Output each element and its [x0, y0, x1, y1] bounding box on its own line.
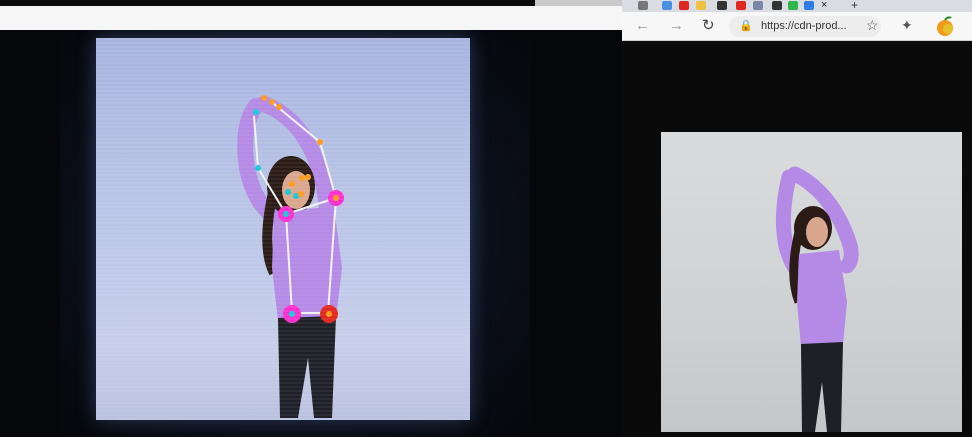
keypoint-right-shoulder [328, 190, 344, 206]
keypoint-left-shoulder [278, 206, 294, 222]
tab-favicon-8[interactable] [772, 1, 782, 10]
keypoint-face [289, 181, 295, 187]
tab-favicon-1[interactable] [638, 1, 648, 10]
tab-close-button[interactable]: × [821, 0, 827, 11]
reference-video[interactable] [661, 132, 962, 432]
arrow-left-icon[interactable]: ← [635, 18, 650, 34]
keypoint-left-hip [283, 305, 301, 323]
tab-favicon-3[interactable] [679, 1, 689, 10]
browser-window: × + ← → ↻ 🔒 https://cdn-prod... ☆ ✦ [622, 0, 972, 437]
url-text[interactable]: https://cdn-prod... [761, 20, 847, 32]
browser-toolbar: ← → ↻ 🔒 https://cdn-prod... ☆ ✦ [622, 12, 972, 41]
tab-strip: × + [622, 0, 972, 12]
keypoint-left-elbow [255, 165, 261, 171]
keypoint-right-elbow [317, 139, 323, 145]
puzzle-icon[interactable]: ✦ [901, 17, 913, 34]
tab-favicon-10[interactable] [804, 1, 814, 10]
lock-icon[interactable]: 🔒 [739, 19, 753, 32]
webcam-view [0, 30, 625, 437]
left-window-address-strip [0, 6, 625, 30]
pose-keypoints [253, 95, 344, 323]
pose-overlay-canvas [237, 95, 344, 418]
left-window-titlebar [0, 0, 625, 30]
captured-monitor-screen [96, 38, 470, 420]
tab-favicon-2[interactable] [662, 1, 672, 10]
tab-favicon-5[interactable] [717, 1, 727, 10]
keypoint-left-wrist [253, 109, 259, 115]
tab-favicon-9[interactable] [788, 1, 798, 10]
tab-favicon-4[interactable] [696, 1, 706, 10]
tab-favicon-7[interactable] [753, 1, 763, 10]
reference-person [775, 166, 859, 432]
fruit-avatar-icon[interactable] [934, 15, 956, 37]
new-tab-button[interactable]: + [851, 0, 858, 12]
star-add-icon[interactable]: ☆ [866, 17, 879, 34]
person-figure [237, 96, 342, 418]
arrow-right-icon[interactable]: → [669, 18, 684, 34]
tab-favicon-6[interactable] [736, 1, 746, 10]
pose-skeleton [253, 103, 337, 314]
left-window-edge [535, 0, 625, 6]
reload-icon[interactable]: ↻ [702, 18, 715, 34]
address-bar[interactable]: 🔒 https://cdn-prod... [729, 16, 881, 37]
browser-content [622, 41, 972, 437]
keypoint-right-wrist [269, 99, 275, 105]
keypoint-right-hip [320, 305, 338, 323]
